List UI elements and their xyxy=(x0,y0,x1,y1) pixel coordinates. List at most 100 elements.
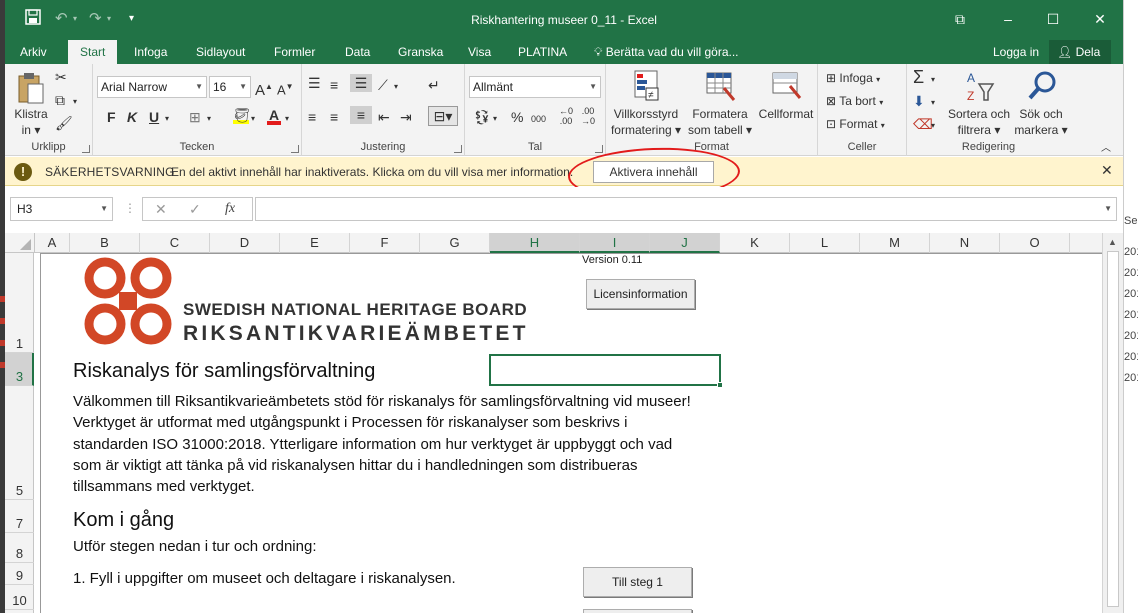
underline-button[interactable]: U xyxy=(149,108,159,126)
find-select-button[interactable]: Sök och markera ▾ xyxy=(1013,68,1069,140)
decrease-indent-icon[interactable]: ⇤ xyxy=(378,108,390,126)
font-launcher-icon[interactable] xyxy=(291,145,299,153)
maximize-button[interactable]: ☐ xyxy=(1038,8,1068,30)
number-launcher-icon[interactable] xyxy=(595,145,603,153)
font-family-select[interactable]: Arial Narrow ▼ xyxy=(97,76,207,98)
license-button[interactable]: Licensinformation xyxy=(586,279,695,309)
collapse-ribbon-icon[interactable]: ︿ xyxy=(1101,140,1111,158)
font-color-icon[interactable]: A xyxy=(267,106,281,125)
clear-icon[interactable]: ⌫ xyxy=(913,115,933,133)
step-1-button[interactable]: Till steg 1 xyxy=(583,567,692,597)
clipboard-launcher-icon[interactable] xyxy=(82,145,90,153)
tab-sidlayout[interactable]: Sidlayout xyxy=(196,44,245,60)
fill-icon[interactable]: ⬇ xyxy=(913,92,925,110)
col-header-c[interactable]: C xyxy=(140,233,210,253)
login-link[interactable]: Logga in xyxy=(993,44,1039,60)
tab-platina[interactable]: PLATINA xyxy=(518,44,567,60)
scroll-up-icon[interactable]: ▲ xyxy=(1108,237,1117,247)
format-as-table-button[interactable]: Formatera som tabell ▾ xyxy=(686,68,754,140)
accounting-dropdown-icon[interactable]: ▾ xyxy=(493,110,497,128)
copy-dropdown-icon[interactable]: ▾ xyxy=(73,93,77,111)
conditional-formatting-button[interactable]: ≠ Villkorsstyrd formatering ▾ xyxy=(610,68,682,140)
name-box[interactable]: H3 ▼ xyxy=(10,197,113,221)
align-bottom-icon[interactable]: ☰ xyxy=(350,74,372,92)
row-header-3[interactable]: 3 xyxy=(5,353,34,386)
orientation-dropdown-icon[interactable]: ▾ xyxy=(394,78,398,96)
col-header-g[interactable]: G xyxy=(420,233,490,253)
tab-data[interactable]: Data xyxy=(345,44,370,60)
tab-granska[interactable]: Granska xyxy=(398,44,443,60)
select-all-corner[interactable] xyxy=(5,233,35,253)
tab-formler[interactable]: Formler xyxy=(274,44,315,60)
align-top-icon[interactable]: ☰ xyxy=(308,74,321,92)
underline-dropdown-icon[interactable]: ▾ xyxy=(165,110,169,128)
close-icon[interactable]: ✕ xyxy=(1101,162,1113,179)
paste-button[interactable]: Klistra in ▾ xyxy=(11,68,51,138)
col-header-a[interactable]: A xyxy=(35,233,70,253)
vertical-scrollbar[interactable]: ▲ xyxy=(1102,233,1123,613)
orientation-icon[interactable]: ⟋ xyxy=(378,76,388,94)
thousands-button[interactable]: 000 xyxy=(531,110,546,128)
wrap-text-icon[interactable]: ↵ xyxy=(428,76,440,94)
col-header-f[interactable]: F xyxy=(350,233,420,253)
align-left-icon[interactable]: ≡ xyxy=(308,108,316,126)
font-color-dropdown-icon[interactable]: ▾ xyxy=(285,110,289,128)
decrease-decimal-icon[interactable]: .00 →0 xyxy=(581,106,595,126)
col-header-d[interactable]: D xyxy=(210,233,280,253)
increase-indent-icon[interactable]: ⇥ xyxy=(400,108,412,126)
step-2-button[interactable] xyxy=(583,609,692,613)
insert-cells-button[interactable]: ⊞ Infoga ▾ xyxy=(826,69,880,89)
col-header-n[interactable]: N xyxy=(930,233,1000,253)
italic-button[interactable]: K xyxy=(127,108,137,126)
cell-styles-button[interactable]: Cellformat xyxy=(756,68,816,140)
col-header-j[interactable]: J xyxy=(650,233,720,253)
align-right-icon[interactable]: ≡ xyxy=(350,106,372,124)
scroll-thumb[interactable] xyxy=(1107,251,1119,607)
decrease-font-icon[interactable]: A▼ xyxy=(277,78,294,99)
increase-decimal-icon[interactable]: ←0.00 xyxy=(559,106,573,126)
row-header-10[interactable]: 10 xyxy=(5,585,34,610)
align-middle-icon[interactable]: ≡ xyxy=(330,76,338,94)
fill-dropdown-icon[interactable]: ▾ xyxy=(931,94,935,112)
col-header-l[interactable]: L xyxy=(790,233,860,253)
sort-filter-button[interactable]: AZ Sortera och filtrera ▾ xyxy=(947,68,1011,140)
autosum-dropdown-icon[interactable]: ▾ xyxy=(931,71,935,89)
col-header-k[interactable]: K xyxy=(720,233,790,253)
percent-button[interactable]: % xyxy=(511,108,523,126)
insert-function-icon[interactable]: fx xyxy=(225,201,235,217)
row-header-1[interactable]: 1 xyxy=(5,253,34,353)
col-header-i[interactable]: I xyxy=(580,233,650,253)
borders-dropdown-icon[interactable]: ▾ xyxy=(207,110,211,128)
copy-icon[interactable]: ⧉ xyxy=(55,91,65,109)
share-button[interactable]: 👤︎ Dela xyxy=(1049,40,1111,64)
minimize-button[interactable]: – xyxy=(993,8,1023,30)
delete-cells-button[interactable]: ⊠ Ta bort ▾ xyxy=(826,92,883,112)
merge-center-icon[interactable]: ⊟▾ xyxy=(428,106,458,126)
cut-icon[interactable]: ✂ xyxy=(55,68,67,86)
accounting-format-icon[interactable]: 💱︎ xyxy=(473,108,491,126)
selected-cell-h3[interactable] xyxy=(489,354,723,388)
tab-visa[interactable]: Visa xyxy=(468,44,491,60)
font-size-select[interactable]: 16 ▼ xyxy=(209,76,251,98)
tab-infoga[interactable]: Infoga xyxy=(134,44,167,60)
tell-me-search[interactable]: 💡︎ Berätta vad du vill göra... xyxy=(594,44,739,60)
row-header-8[interactable]: 8 xyxy=(5,533,34,563)
number-format-select[interactable]: Allmänt ▼ xyxy=(469,76,601,98)
row-header-9[interactable]: 9 xyxy=(5,563,34,585)
enter-icon[interactable]: ✓ xyxy=(189,201,201,218)
tab-arkiv[interactable]: Arkiv xyxy=(20,44,47,60)
col-header-o[interactable]: O xyxy=(1000,233,1070,253)
format-painter-icon[interactable]: 🖌︎ xyxy=(55,114,73,132)
cancel-icon[interactable]: ✕ xyxy=(155,201,167,218)
ribbon-display-options-icon[interactable]: ⧉ xyxy=(945,8,975,30)
bold-button[interactable]: F xyxy=(107,108,116,126)
col-header-m[interactable]: M xyxy=(860,233,930,253)
close-button[interactable]: ✕ xyxy=(1085,8,1115,30)
alignment-launcher-icon[interactable] xyxy=(454,145,462,153)
align-center-icon[interactable]: ≡ xyxy=(330,108,338,126)
row-header-7[interactable]: 7 xyxy=(5,500,34,533)
col-header-b[interactable]: B xyxy=(70,233,140,253)
formula-input[interactable]: ▼ xyxy=(255,197,1117,221)
clear-dropdown-icon[interactable]: ▾ xyxy=(931,117,935,135)
row-header-5[interactable]: 5 xyxy=(5,386,34,500)
